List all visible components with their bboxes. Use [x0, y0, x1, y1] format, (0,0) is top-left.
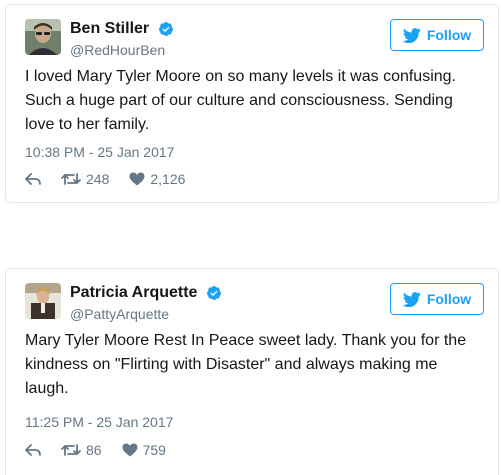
user-photo-icon: [25, 19, 61, 55]
reply-icon: [25, 444, 41, 456]
follow-button[interactable]: Follow: [390, 283, 484, 315]
retweet-button[interactable]: 248: [61, 171, 109, 187]
retweet-count: 86: [86, 442, 102, 458]
verified-badge-icon: [206, 286, 221, 300]
tweet-text: I loved Mary Tyler Moore on so many leve…: [25, 68, 456, 133]
follow-button[interactable]: Follow: [390, 19, 484, 51]
tweet-card: Ben Stiller @RedHourBen Follow I loved M…: [5, 4, 499, 203]
tweet-timestamp[interactable]: 11:25 PM - 25 Jan 2017: [25, 413, 173, 431]
twitter-bird-icon: [402, 27, 421, 43]
user-photo-icon: [25, 283, 61, 319]
like-button[interactable]: 2,126: [129, 171, 185, 187]
twitter-bird-icon: [402, 291, 421, 307]
tweet-card: Patricia Arquette @PattyArquette Follow …: [5, 268, 499, 475]
retweet-button[interactable]: 86: [61, 442, 102, 458]
verified-badge-icon: [158, 22, 173, 36]
tweet-actions: 248 2,126: [25, 171, 205, 187]
tweet-timestamp[interactable]: 10:38 PM - 25 Jan 2017: [25, 143, 174, 161]
retweet-icon: [61, 444, 81, 456]
follow-label: Follow: [426, 291, 472, 307]
display-name[interactable]: Patricia Arquette: [70, 283, 197, 303]
tweet-actions: 86 759: [25, 442, 186, 458]
like-count: 2,126: [150, 171, 186, 187]
heart-icon: [122, 443, 138, 457]
heart-icon: [129, 172, 145, 186]
avatar[interactable]: [25, 19, 61, 55]
reply-button[interactable]: [25, 172, 41, 186]
user-handle[interactable]: @RedHourBen: [70, 41, 174, 59]
display-name[interactable]: Ben Stiller: [70, 19, 149, 39]
user-handle[interactable]: @PattyArquette: [70, 305, 222, 323]
tweet-text: Mary Tyler Moore Rest In Peace sweet lad…: [25, 332, 467, 397]
retweet-count: 248: [86, 171, 110, 187]
like-button[interactable]: 759: [122, 442, 166, 458]
reply-button[interactable]: [25, 443, 41, 457]
follow-label: Follow: [426, 27, 472, 43]
retweet-icon: [61, 173, 81, 185]
like-count: 759: [142, 442, 166, 458]
avatar[interactable]: [25, 283, 61, 319]
reply-icon: [25, 173, 41, 185]
